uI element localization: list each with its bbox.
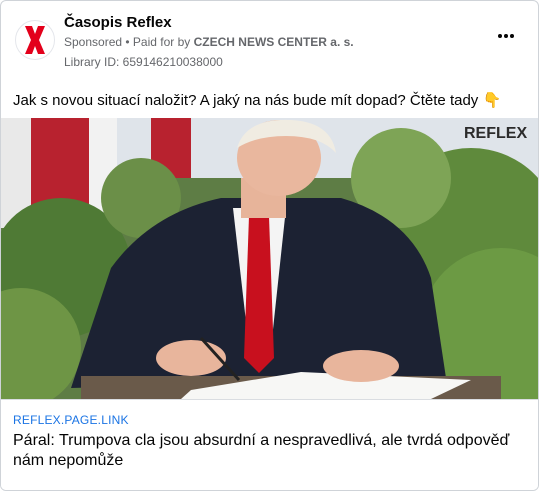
paid-for-by: CZECH NEWS CENTER a. s. — [193, 35, 354, 49]
more-options-button[interactable] — [496, 28, 516, 44]
reflex-logo-icon — [25, 26, 45, 54]
page-avatar[interactable] — [15, 20, 55, 60]
meta-separator: • — [122, 35, 133, 49]
link-headline[interactable]: Páral: Trumpova cla jsou absurdní a nesp… — [13, 431, 518, 471]
page-name[interactable]: Časopis Reflex — [64, 14, 172, 31]
sponsored-meta: Sponsored • Paid for by CZECH NEWS CENTE… — [64, 35, 354, 49]
ad-image[interactable]: REFLEX — [1, 118, 538, 399]
library-id: Library ID: 659146210038000 — [64, 55, 223, 69]
ad-photo: REFLEX — [1, 118, 538, 399]
link-domain: REFLEX.PAGE.LINK — [13, 413, 129, 427]
link-preview[interactable]: REFLEX.PAGE.LINK Páral: Trumpova cla jso… — [1, 399, 538, 490]
sponsored-label: Sponsored — [64, 35, 123, 49]
paid-for-prefix: Paid for by — [132, 35, 194, 49]
sponsored-post-card: Časopis Reflex Sponsored • Paid for by C… — [0, 0, 539, 491]
post-message: Jak s novou situací naložit? A jaký na n… — [13, 92, 502, 109]
image-watermark: REFLEX — [464, 125, 527, 142]
more-horizontal-icon — [498, 34, 514, 38]
post-header: Časopis Reflex Sponsored • Paid for by C… — [1, 1, 538, 81]
